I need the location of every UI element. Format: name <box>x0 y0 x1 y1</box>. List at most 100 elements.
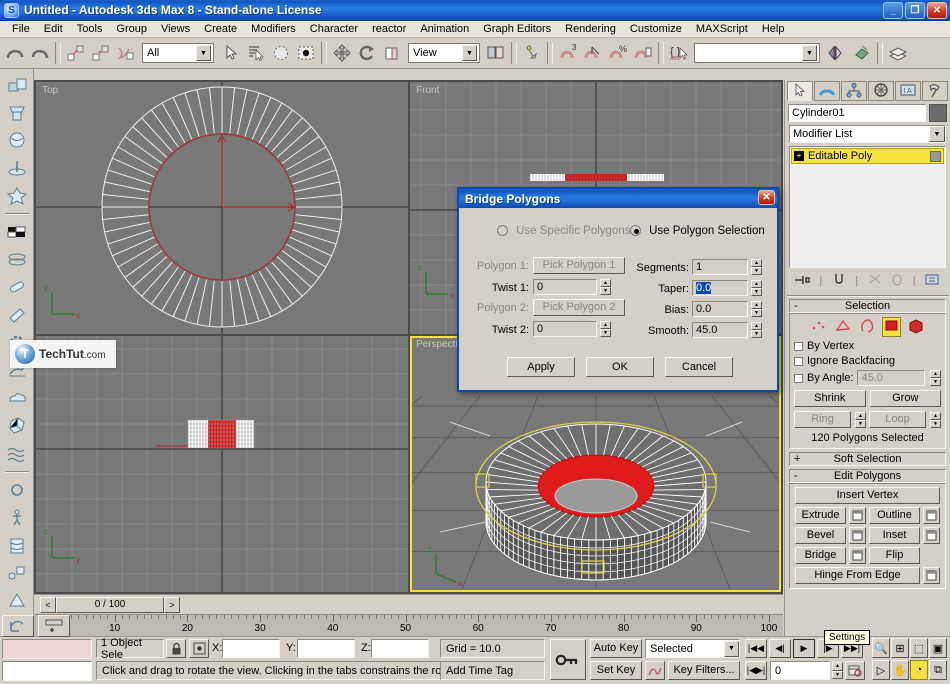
menu-item-file[interactable]: File <box>5 22 37 36</box>
pushpin-icon[interactable] <box>3 155 31 181</box>
bias-field[interactable]: 0.0 <box>692 301 748 317</box>
outline-settings-icon[interactable] <box>923 507 940 524</box>
window-crossing-icon[interactable] <box>294 41 318 65</box>
constraint-icon[interactable] <box>3 561 31 587</box>
add-time-tag[interactable]: Add Time Tag <box>440 661 545 680</box>
mirror-icon[interactable] <box>825 41 849 65</box>
bind-to-space-warp-icon[interactable] <box>114 41 138 65</box>
utilities-tab[interactable] <box>922 81 948 101</box>
key-set-dropdown[interactable]: Selected ▼ <box>645 639 740 658</box>
bridge-button[interactable]: Bridge <box>795 547 846 564</box>
minimize-button[interactable]: _ <box>883 2 903 19</box>
chevron-down-icon[interactable]: ▼ <box>462 45 477 61</box>
time-slider-prev-button[interactable]: < <box>40 596 56 613</box>
menu-item-animation[interactable]: Animation <box>413 22 476 36</box>
spinner-down-icon[interactable]: ▼ <box>751 309 762 317</box>
spinner-snap-toggle-icon[interactable] <box>631 41 655 65</box>
loop-spinner[interactable]: ▲ ▼ <box>930 411 941 428</box>
taper-spinner[interactable]: ▲ ▼ <box>751 280 762 296</box>
use-specific-polygons-radio[interactable] <box>497 225 508 236</box>
spinner-up-icon[interactable]: ▲ <box>751 280 762 288</box>
y-field[interactable] <box>297 639 355 658</box>
object-color-swatch[interactable] <box>929 104 947 122</box>
motion-tab[interactable] <box>868 81 894 101</box>
spinner-up-icon[interactable]: ▲ <box>751 301 762 309</box>
pan-icon[interactable]: ✋ <box>891 660 909 680</box>
menu-item-rendering[interactable]: Rendering <box>558 22 623 36</box>
checker-material-icon[interactable] <box>3 219 31 245</box>
configure-sets-icon[interactable] <box>925 273 941 289</box>
modifier-enable-toggle[interactable] <box>930 150 941 162</box>
display-tab[interactable]: IA <box>895 81 921 101</box>
segments-field[interactable]: 1 <box>692 259 748 275</box>
play-animation-button[interactable]: ▶ <box>793 639 815 658</box>
menu-item-group[interactable]: Group <box>109 22 154 36</box>
angle-snap-toggle-icon[interactable] <box>581 41 605 65</box>
select-by-name-icon[interactable] <box>244 41 268 65</box>
smooth-spinner[interactable]: ▲ ▼ <box>751 322 762 338</box>
cloud-icon[interactable] <box>3 386 31 412</box>
spinner-down-icon[interactable]: ▼ <box>751 330 762 338</box>
spinner-down-icon[interactable]: ▼ <box>751 288 762 296</box>
spinner-down-icon[interactable]: ▼ <box>930 419 941 428</box>
capsule-icon[interactable] <box>3 275 31 301</box>
shrink-button[interactable]: Shrink <box>794 390 866 407</box>
taper-field[interactable]: 0.0 <box>692 280 748 296</box>
modifier-list-dropdown[interactable]: Modifier List ▼ <box>789 125 946 143</box>
box-objects-icon[interactable] <box>3 72 31 98</box>
rollout-selection-header[interactable]: - Selection <box>789 299 946 313</box>
spinner-down-icon[interactable]: ▼ <box>600 287 611 295</box>
extrude-settings-icon[interactable] <box>849 507 866 524</box>
parameter-curve-icon[interactable] <box>645 661 665 680</box>
snaps-toggle-icon[interactable]: 3 <box>556 41 580 65</box>
selection-filter-dropdown[interactable]: All ▼ <box>142 43 214 63</box>
viewport-left[interactable]: z y <box>36 336 408 592</box>
pin-stack-icon[interactable] <box>794 273 810 289</box>
extrude-button[interactable]: Extrude <box>795 507 846 524</box>
current-frame-spinner[interactable]: ▲ ▼ <box>832 662 843 679</box>
bridge-settings-icon[interactable] <box>849 547 866 564</box>
twist2-field[interactable]: 0 <box>533 321 597 337</box>
rollout-edit-polygons-header[interactable]: - Edit Polygons <box>789 469 946 483</box>
chevron-down-icon[interactable]: ▼ <box>724 640 739 657</box>
percent-snap-toggle-icon[interactable]: % <box>606 41 630 65</box>
go-to-start-button[interactable]: |◀◀ <box>745 639 767 658</box>
insert-vertex-button[interactable]: Insert Vertex <box>795 487 940 504</box>
wedge-icon[interactable] <box>3 302 31 328</box>
modify-tab[interactable] <box>814 81 840 101</box>
menu-item-graph-editors[interactable]: Graph Editors <box>476 22 558 36</box>
twist2-spinner[interactable]: ▲ ▼ <box>600 321 611 337</box>
menu-item-customize[interactable]: Customize <box>623 22 689 36</box>
time-configuration-icon[interactable] <box>845 661 865 680</box>
expand-icon[interactable]: + <box>794 151 804 161</box>
outline-button[interactable]: Outline <box>869 507 920 524</box>
zoom-icon[interactable]: 🔍 <box>872 638 890 658</box>
spinner-down-icon[interactable]: ▼ <box>600 329 611 337</box>
modifier-stack-item[interactable]: + Editable Poly <box>791 148 944 164</box>
hierarchy-tab[interactable] <box>841 81 867 101</box>
modifier-stack-list[interactable]: + Editable Poly <box>789 146 946 268</box>
maximize-button[interactable]: ❐ <box>905 2 925 19</box>
menu-item-character[interactable]: Character <box>303 22 365 36</box>
polygon-icon[interactable] <box>882 317 901 337</box>
torus-knot-icon[interactable] <box>3 477 31 503</box>
spinner-down-icon[interactable]: ▼ <box>751 267 762 275</box>
flip-button[interactable]: Flip <box>869 547 920 564</box>
edit-named-selections-icon[interactable]: { } ABC <box>667 41 691 65</box>
bevel-button[interactable]: Bevel <box>795 527 846 544</box>
spinner-up-icon[interactable]: ▲ <box>930 370 941 378</box>
twist1-spinner[interactable]: ▲ ▼ <box>600 279 611 295</box>
fractured-box-icon[interactable] <box>3 414 31 440</box>
spinner-up-icon[interactable]: ▲ <box>832 662 843 671</box>
layer-manager-icon[interactable] <box>886 41 910 65</box>
cloth-sheet-icon[interactable] <box>3 533 31 559</box>
chevron-down-icon[interactable]: ▼ <box>196 45 211 61</box>
spinner-up-icon[interactable]: ▲ <box>751 322 762 330</box>
edge-icon[interactable] <box>834 318 852 337</box>
field-of-view-icon[interactable]: ▷ <box>872 660 890 680</box>
spinner-up-icon[interactable]: ▲ <box>600 279 611 287</box>
arc-rotate-icon[interactable]: ◔ <box>910 660 928 680</box>
spinner-down-icon[interactable]: ▼ <box>832 670 843 679</box>
chevron-down-icon[interactable]: ▼ <box>802 45 817 61</box>
hinge-from-edge-settings-icon[interactable] <box>923 567 940 584</box>
